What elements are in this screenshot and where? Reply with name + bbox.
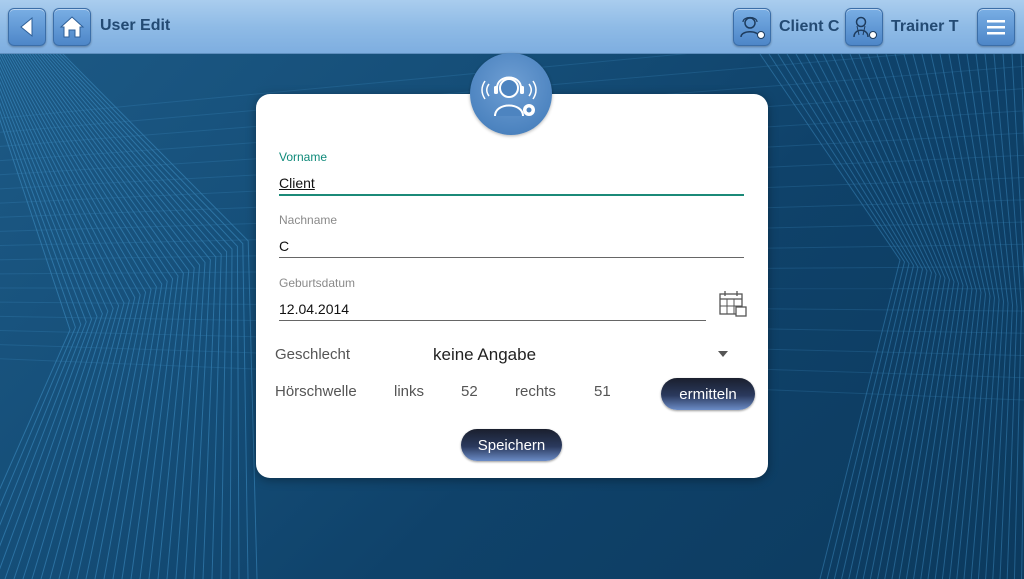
background-line: [30, 34, 222, 579]
birthdate-label: Geburtsdatum: [279, 276, 356, 290]
home-icon: [59, 16, 85, 38]
menu-button[interactable]: [977, 8, 1015, 46]
first-name-input[interactable]: Client: [279, 175, 315, 191]
save-button[interactable]: Speichern: [461, 429, 562, 461]
first-name-label: Vorname: [279, 150, 328, 164]
right-ear-value: 51: [594, 383, 611, 400]
trainer-settings-icon: [853, 16, 877, 39]
birthdate-input[interactable]: 12.04.2014: [279, 301, 349, 317]
birthdate-underline: [279, 320, 706, 321]
user-settings-icon: [481, 76, 537, 117]
client-settings-icon: [740, 16, 765, 39]
client-label[interactable]: Client C: [779, 18, 839, 36]
background-line: [0, 118, 71, 490]
first-name-underline: [279, 194, 744, 196]
left-ear-label: links: [394, 383, 425, 400]
last-name-input[interactable]: C: [279, 238, 289, 254]
back-arrow-icon: [20, 16, 33, 38]
last-name-underline: [279, 257, 744, 258]
left-ear-value: 52: [461, 383, 478, 400]
background-line: [813, 53, 928, 579]
hamburger-menu-icon: [987, 20, 1005, 35]
top-bar: User Edit Client C Trainer T: [0, 0, 1024, 54]
background-line: [24, 37, 206, 579]
background-line: [768, 53, 906, 579]
determine-button[interactable]: ermitteln: [661, 378, 755, 410]
background-line: [786, 53, 915, 579]
right-ear-label: rechts: [515, 383, 556, 400]
background-line: [777, 53, 910, 579]
home-button[interactable]: [53, 8, 91, 46]
trainer-button[interactable]: [845, 8, 883, 46]
calendar-button[interactable]: [718, 290, 748, 318]
gender-label: Geschlecht: [275, 346, 351, 363]
chevron-down-icon[interactable]: [718, 351, 728, 357]
trainer-label[interactable]: Trainer T: [891, 18, 959, 36]
background-line: [0, 94, 87, 547]
gender-select[interactable]: keine Angabe: [433, 345, 536, 365]
client-button[interactable]: [733, 8, 771, 46]
back-button[interactable]: [8, 8, 46, 46]
hearing-threshold-label: Hörschwelle: [275, 383, 357, 400]
calendar-icon: [719, 291, 747, 317]
page-title: User Edit: [100, 17, 171, 34]
last-name-label: Nachname: [279, 213, 338, 227]
user-avatar: [470, 53, 552, 135]
background-line: [22, 38, 201, 579]
